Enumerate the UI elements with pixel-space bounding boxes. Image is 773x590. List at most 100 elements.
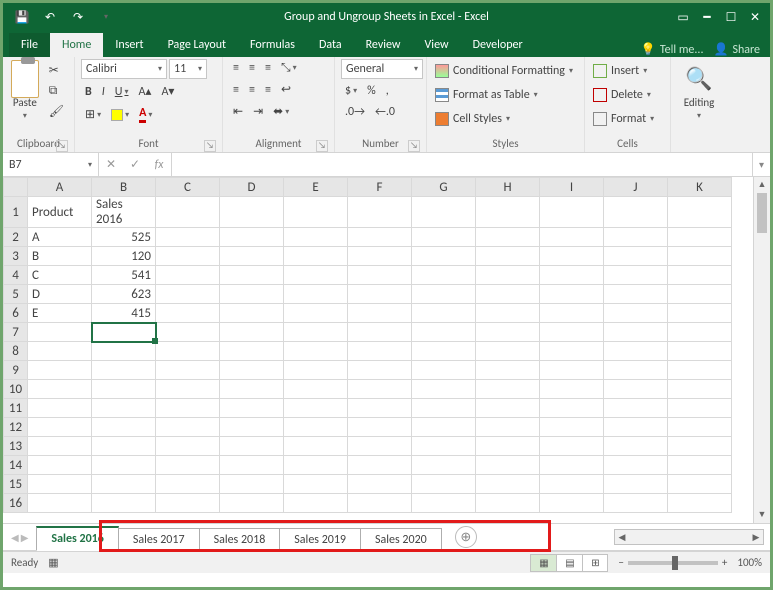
paste-button[interactable]: Paste ▾ xyxy=(9,59,41,125)
cell[interactable] xyxy=(284,247,348,266)
cell[interactable] xyxy=(540,475,604,494)
format-painter-button[interactable]: 🖌 xyxy=(45,102,68,121)
decrease-indent-button[interactable]: ⇤ xyxy=(229,102,247,121)
find-select-button[interactable]: 🔍 Editing ▾ xyxy=(677,59,721,125)
cell[interactable] xyxy=(412,361,476,380)
cell[interactable] xyxy=(28,494,92,513)
cell[interactable] xyxy=(156,285,220,304)
cell[interactable] xyxy=(412,456,476,475)
cell[interactable] xyxy=(540,323,604,342)
tab-home[interactable]: Home xyxy=(50,33,103,57)
sheet-tab[interactable]: Sales 2016 xyxy=(36,526,118,551)
format-as-table-button[interactable]: Format as Table▾ xyxy=(433,85,540,105)
cell[interactable] xyxy=(284,323,348,342)
cell[interactable] xyxy=(540,361,604,380)
cancel-formula-icon[interactable]: ✕ xyxy=(99,157,123,172)
cell[interactable]: Sales 2016 xyxy=(92,197,156,228)
cell[interactable] xyxy=(284,399,348,418)
cell[interactable] xyxy=(476,342,540,361)
cell[interactable] xyxy=(156,418,220,437)
row-header[interactable]: 6 xyxy=(4,304,28,323)
cell[interactable] xyxy=(412,399,476,418)
cell[interactable] xyxy=(540,456,604,475)
scroll-down-icon[interactable]: ▼ xyxy=(754,507,770,523)
underline-button[interactable]: U▾ xyxy=(111,83,133,101)
cell[interactable] xyxy=(604,342,668,361)
insert-cells-button[interactable]: Insert▾ xyxy=(591,61,649,81)
cell[interactable] xyxy=(284,475,348,494)
cell[interactable] xyxy=(156,494,220,513)
cell[interactable] xyxy=(476,228,540,247)
tab-insert[interactable]: Insert xyxy=(103,33,155,57)
cell[interactable] xyxy=(220,437,284,456)
cell[interactable] xyxy=(348,418,412,437)
cell[interactable] xyxy=(92,456,156,475)
zoom-slider-handle[interactable] xyxy=(672,556,678,570)
cell[interactable] xyxy=(412,380,476,399)
column-header[interactable]: I xyxy=(540,178,604,197)
cell[interactable] xyxy=(412,247,476,266)
cell[interactable] xyxy=(540,228,604,247)
cell[interactable] xyxy=(604,494,668,513)
cell[interactable] xyxy=(156,399,220,418)
cell[interactable] xyxy=(284,228,348,247)
enter-formula-icon[interactable]: ✓ xyxy=(123,157,147,172)
cell[interactable] xyxy=(540,437,604,456)
fx-icon[interactable]: fx xyxy=(147,158,171,172)
cell[interactable] xyxy=(412,323,476,342)
cell[interactable] xyxy=(156,304,220,323)
cell[interactable] xyxy=(604,228,668,247)
cell[interactable] xyxy=(412,304,476,323)
row-header[interactable]: 1 xyxy=(4,197,28,228)
cell[interactable] xyxy=(604,197,668,228)
cell[interactable] xyxy=(284,456,348,475)
column-header[interactable]: G xyxy=(412,178,476,197)
cell[interactable]: 541 xyxy=(92,266,156,285)
cell[interactable] xyxy=(92,399,156,418)
column-header[interactable]: H xyxy=(476,178,540,197)
tell-me[interactable]: 💡 Tell me... xyxy=(641,42,704,57)
cell[interactable] xyxy=(604,247,668,266)
cell[interactable] xyxy=(220,323,284,342)
cell[interactable] xyxy=(284,380,348,399)
scroll-left-icon[interactable]: ◀ xyxy=(615,532,629,543)
cell[interactable] xyxy=(348,197,412,228)
cell[interactable] xyxy=(92,342,156,361)
cell[interactable] xyxy=(540,285,604,304)
cell[interactable] xyxy=(412,197,476,228)
cell[interactable] xyxy=(476,475,540,494)
cell[interactable] xyxy=(476,399,540,418)
horizontal-scrollbar[interactable]: ◀ ▶ xyxy=(614,529,764,545)
cell[interactable] xyxy=(348,228,412,247)
cell[interactable] xyxy=(348,285,412,304)
cell[interactable] xyxy=(92,475,156,494)
row-header[interactable]: 8 xyxy=(4,342,28,361)
cell[interactable] xyxy=(28,342,92,361)
comma-format-button[interactable]: , xyxy=(382,82,393,100)
orientation-button[interactable]: ⤡▾ xyxy=(277,59,301,77)
cell[interactable] xyxy=(668,380,732,399)
cell[interactable] xyxy=(668,361,732,380)
zoom-in-button[interactable]: + xyxy=(722,556,727,569)
row-header[interactable]: 3 xyxy=(4,247,28,266)
cell[interactable] xyxy=(540,399,604,418)
row-header[interactable]: 2 xyxy=(4,228,28,247)
scroll-up-icon[interactable]: ▲ xyxy=(754,177,770,193)
cell[interactable] xyxy=(156,437,220,456)
cut-button[interactable]: ✂ xyxy=(45,61,68,80)
cell[interactable] xyxy=(220,342,284,361)
sheet-prev-icon[interactable]: ◀ xyxy=(11,531,19,544)
font-launcher-icon[interactable]: ↘ xyxy=(204,140,216,152)
cell[interactable] xyxy=(220,285,284,304)
row-header[interactable]: 7 xyxy=(4,323,28,342)
cell[interactable]: 525 xyxy=(92,228,156,247)
cell[interactable] xyxy=(476,323,540,342)
cell[interactable] xyxy=(284,494,348,513)
tab-file[interactable]: File xyxy=(9,33,50,57)
cell[interactable] xyxy=(92,323,156,342)
cell[interactable] xyxy=(668,304,732,323)
cell[interactable] xyxy=(28,399,92,418)
increase-decimal-button[interactable]: .0→ xyxy=(341,103,369,121)
cell[interactable] xyxy=(284,342,348,361)
column-header[interactable]: C xyxy=(156,178,220,197)
